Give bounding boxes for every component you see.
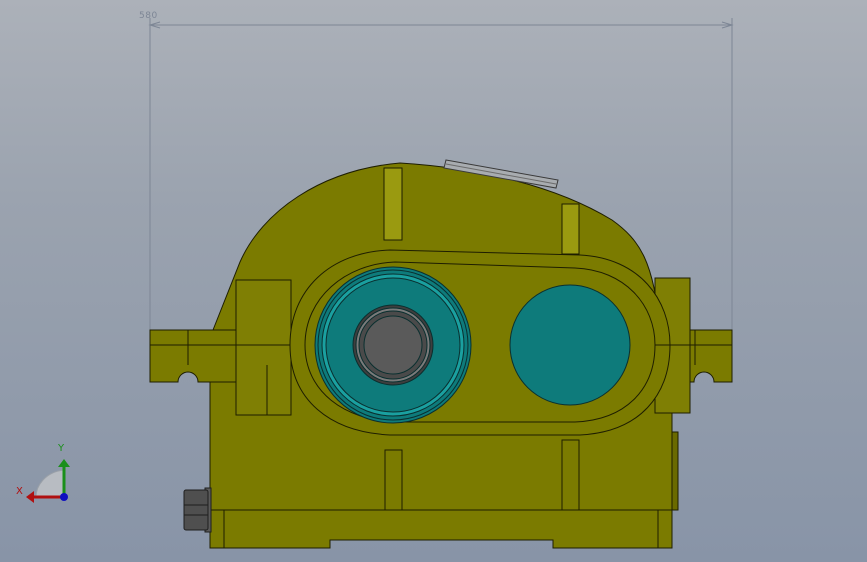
triad-y-label: Y (58, 443, 65, 454)
rib-top-right (561, 203, 580, 255)
rib-bottom-left (384, 449, 403, 511)
right-plug (671, 431, 679, 511)
triad-plane (35, 469, 65, 498)
coordinate-triad (26, 459, 70, 503)
graphics-viewport[interactable]: 580 Y X (0, 0, 867, 562)
left-bearing-cap (314, 266, 472, 424)
triad-z-axis (60, 493, 68, 501)
rib-bottom-right (561, 439, 580, 511)
dimension-value[interactable]: 580 (139, 11, 158, 21)
model-canvas (26, 18, 734, 549)
triad-x-label: X (16, 486, 23, 497)
left-boss (235, 279, 292, 416)
rib-top-left (383, 167, 403, 241)
right-bearing-cap (509, 284, 631, 406)
base-plate (209, 509, 673, 549)
drain-plug (183, 487, 212, 533)
